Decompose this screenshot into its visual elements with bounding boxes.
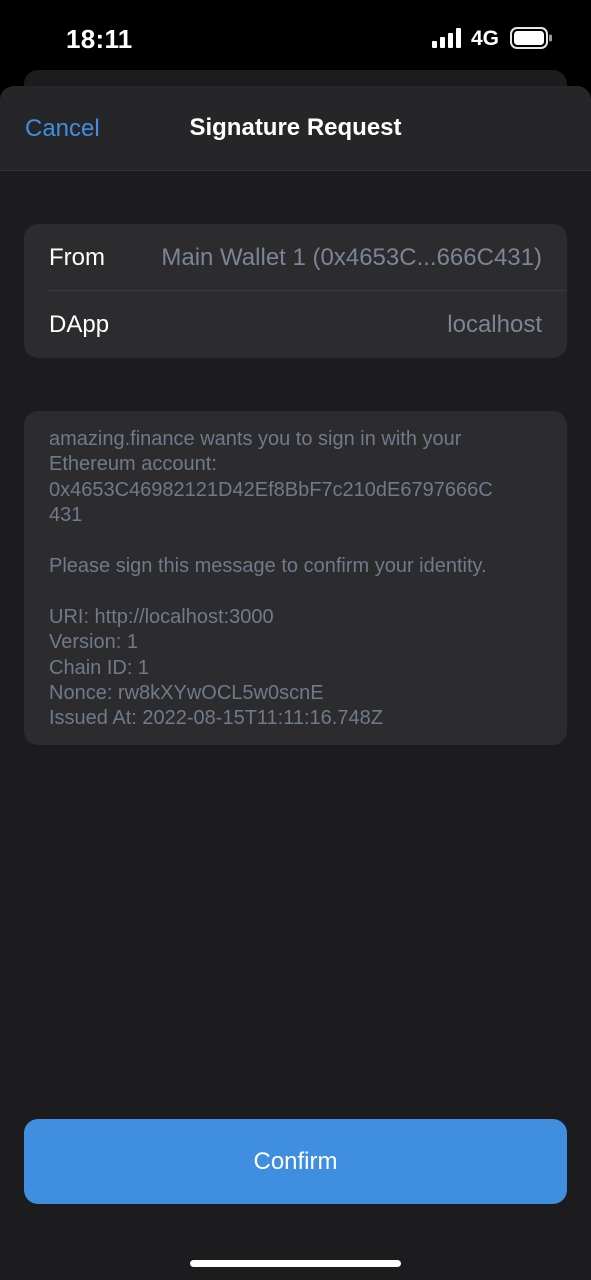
network-type: 4G bbox=[471, 27, 500, 50]
message-line: 0x4653C46982121D42Ef8BbF7c210dE6797666C bbox=[49, 478, 493, 501]
home-indicator[interactable] bbox=[190, 1260, 401, 1267]
request-details-card: From Main Wallet 1 (0x4653C...666C431) D… bbox=[24, 224, 567, 358]
from-label: From bbox=[49, 244, 105, 271]
message-line bbox=[49, 529, 542, 554]
signal-bars-icon bbox=[432, 28, 461, 48]
message-line: Nonce: rw8kXYwOCL5w0scnE bbox=[49, 681, 324, 704]
signature-request-sheet: Cancel Signature Request From Main Walle… bbox=[0, 86, 591, 1280]
message-line: 431 bbox=[49, 504, 83, 527]
dapp-label: DApp bbox=[49, 311, 110, 338]
message-line: Ethereum account: bbox=[49, 453, 217, 476]
message-card: amazing.finance wants you to sign in wit… bbox=[24, 411, 567, 745]
dapp-row: DApp localhost bbox=[24, 291, 567, 357]
message-line: Issued At: 2022-08-15T11:11:16.748Z bbox=[49, 707, 383, 730]
sheet-header: Cancel Signature Request bbox=[0, 86, 591, 171]
message-line: URI: http://localhost:3000 bbox=[49, 605, 274, 628]
from-row: From Main Wallet 1 (0x4653C...666C431) bbox=[24, 224, 567, 290]
message-line bbox=[49, 579, 542, 604]
message-line: Please sign this message to confirm your… bbox=[49, 554, 487, 577]
status-bar: 18:11 4G bbox=[0, 0, 591, 72]
message-line: Version: 1 bbox=[49, 631, 138, 654]
message-line: amazing.finance wants you to sign in wit… bbox=[49, 428, 462, 450]
message-line: Chain ID: 1 bbox=[49, 656, 150, 679]
from-value: Main Wallet 1 (0x4653C...666C431) bbox=[161, 244, 542, 271]
sheet-title: Signature Request bbox=[189, 114, 402, 141]
dapp-value: localhost bbox=[447, 311, 542, 338]
confirm-button[interactable]: Confirm bbox=[24, 1119, 567, 1204]
screen: 18:11 4G Cancel Signature Request From M… bbox=[0, 0, 591, 1280]
battery-icon bbox=[510, 27, 552, 49]
status-time: 18:11 bbox=[66, 24, 133, 54]
